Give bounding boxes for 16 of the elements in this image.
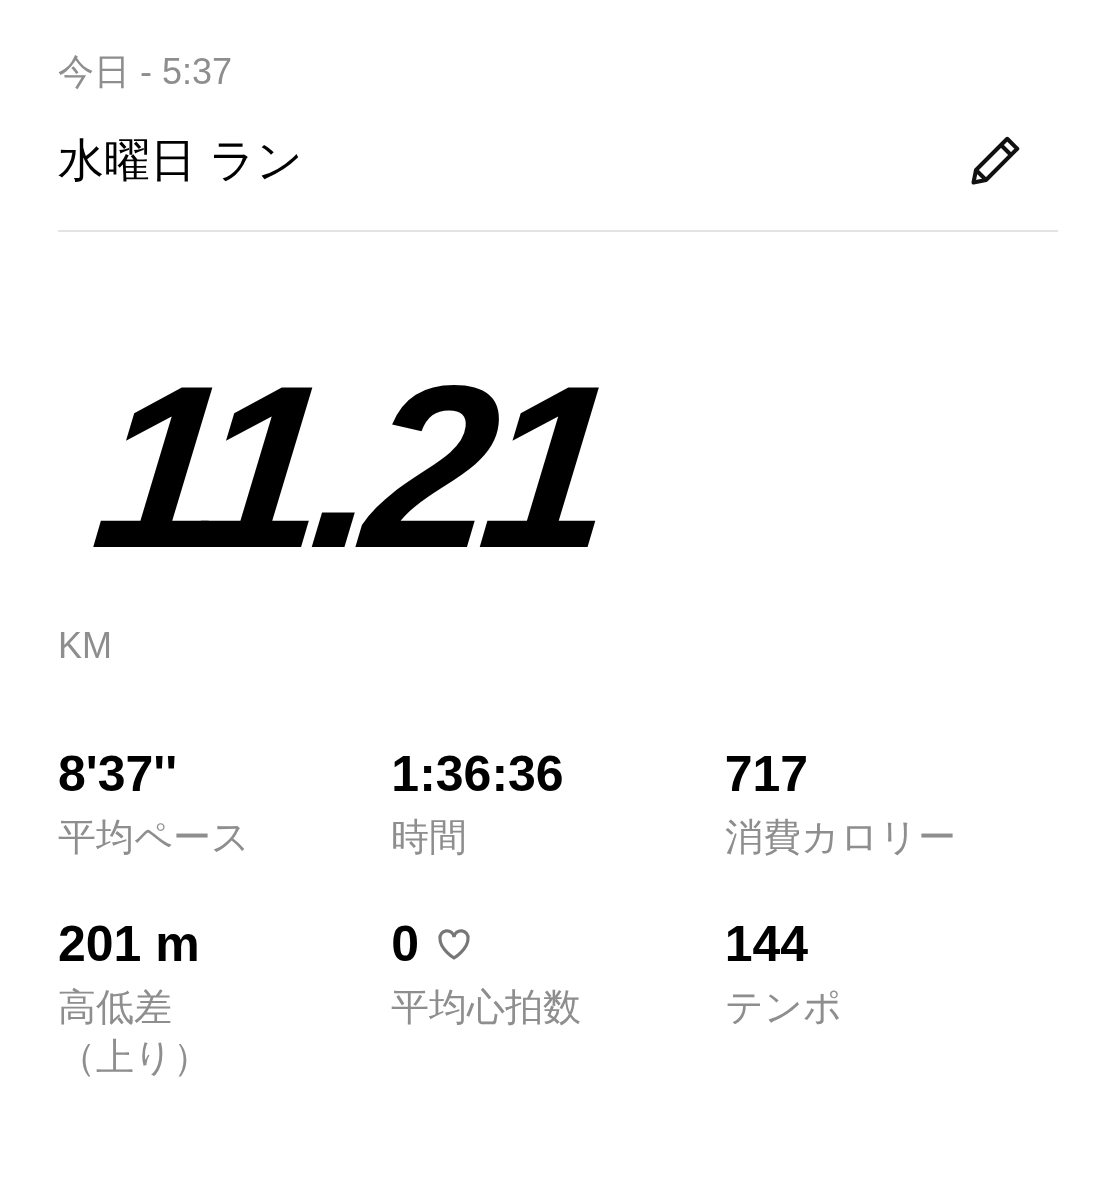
stat-value: 717 [724,745,809,804]
stat-value: 1:36:36 [391,745,564,804]
distance-value: 11.21 [88,372,612,562]
stat-label: 平均ペース [58,815,250,860]
stat-label: 高低差 （上り） [58,985,211,1080]
stat-label: 時間 [391,815,468,860]
stat-value: 144 [724,915,809,974]
distance-unit: KM [58,624,112,668]
stat-value: 201 m [58,915,200,974]
stat-value: 0 [391,915,420,974]
stat-label: 平均心拍数 [391,985,582,1030]
stat-value: 8'37'' [58,745,178,804]
activity-title: 水曜日 ラン [58,133,303,188]
date-text: 今日 - 5:37 [58,50,233,94]
stat-label: 消費カロリー [724,815,956,860]
stat-label: テンポ [724,985,842,1030]
